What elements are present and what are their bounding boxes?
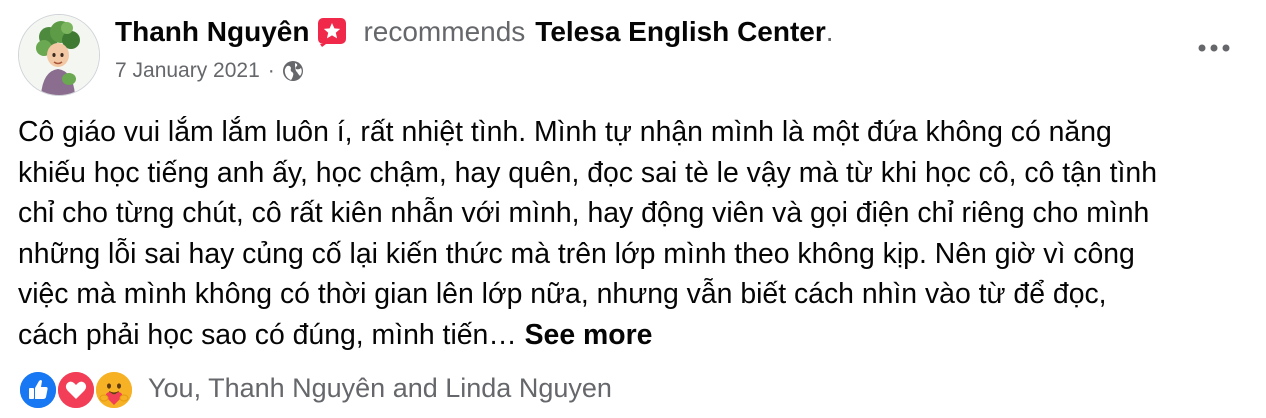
avatar[interactable] <box>18 14 100 96</box>
reactors-summary[interactable]: You, Thanh Nguyên and Linda Nguyen <box>148 373 612 404</box>
post-body-text: Cô giáo vui lắm lắm luôn í, rất nhiệt tì… <box>18 116 1157 351</box>
recommends-label: recommends <box>363 16 526 47</box>
post-body: Cô giáo vui lắm lắm luôn í, rất nhiệt tì… <box>18 112 1250 355</box>
post-meta: 7 January 2021 · <box>115 56 304 86</box>
meta-separator: · <box>267 59 275 82</box>
more-options-icon <box>1198 44 1230 52</box>
love-icon <box>56 370 96 410</box>
reactions-bar: You, Thanh Nguyên and Linda Nguyen <box>18 368 612 410</box>
see-more-link[interactable]: See more <box>525 319 653 351</box>
period: . <box>825 16 834 47</box>
like-icon <box>18 370 58 410</box>
post-date[interactable]: 7 January 2021 <box>115 59 260 83</box>
author-name[interactable]: Thanh Nguyên <box>115 16 309 48</box>
star-badge-icon <box>317 17 347 47</box>
recommendation-post: Thanh Nguyên recommends Telesa English C… <box>0 0 1266 418</box>
globe-icon[interactable] <box>282 60 304 82</box>
more-options-button[interactable] <box>1192 30 1236 66</box>
reaction-icons[interactable] <box>18 368 134 410</box>
page-name[interactable]: Telesa English Center <box>535 16 825 48</box>
care-icon <box>94 370 134 410</box>
post-header: Thanh Nguyên recommends Telesa English C… <box>115 14 834 50</box>
